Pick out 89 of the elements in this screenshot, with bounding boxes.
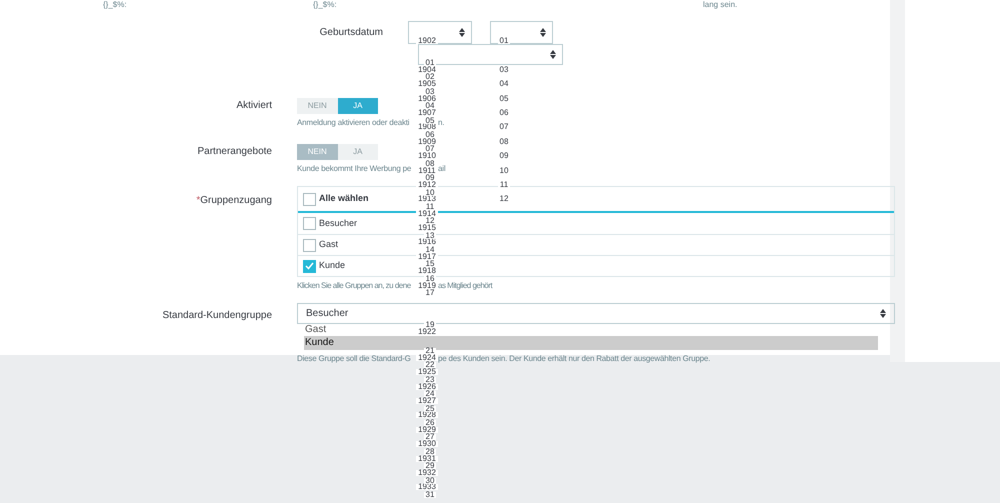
list-option[interactable]: 03 (498, 66, 510, 73)
list-option[interactable]: 21 (424, 348, 436, 354)
checkbox-label: Gast (319, 238, 338, 252)
field-label: Standard-Kundengruppe (162, 310, 272, 321)
checkbox-label: Besucher (319, 216, 358, 230)
list-option[interactable]: 1930 (416, 441, 438, 448)
help-text: ail (438, 164, 446, 173)
list-option[interactable]: 1932 (416, 470, 438, 476)
list-option[interactable]: 03 (424, 88, 436, 95)
list-option[interactable]: 06 (498, 110, 510, 116)
field-label: Gruppenzugang (200, 195, 272, 206)
list-option[interactable]: 1925 (416, 369, 438, 376)
help-text: {}_$%: (313, 0, 337, 9)
help-text: as Mitglied gehört (438, 281, 492, 290)
list-option[interactable]: 1922 (416, 328, 438, 335)
field-label: Geburtsdatum (320, 27, 383, 38)
list-option[interactable]: 08 (498, 138, 510, 145)
help-text: Klicken Sie alle Gruppen an, zu dene (297, 281, 411, 290)
list-option[interactable]: 16 (424, 276, 436, 282)
list-option[interactable]: 1909 (416, 138, 438, 145)
help-text: pe des Kunden sein. Der Kunde erhält nur den Rabatt der ausgewählten Gruppe. (438, 354, 710, 363)
help-text: n. (438, 118, 444, 127)
month-select[interactable] (490, 21, 553, 44)
list-option[interactable]: 29 (424, 463, 436, 470)
list-option[interactable]: 17 (424, 290, 436, 296)
list-option[interactable]: 07 (498, 124, 510, 130)
list-option[interactable]: 06 (424, 132, 436, 138)
list-option[interactable]: 1907 (416, 110, 438, 116)
help-text: lang sein. (703, 0, 738, 9)
list-option[interactable]: 04 (424, 103, 436, 110)
list-option[interactable]: 30 (424, 478, 436, 484)
list-option[interactable]: 05 (424, 118, 436, 124)
help-text: Anmeldung aktivieren oder deakti (297, 118, 410, 127)
list-option[interactable]: 05 (498, 96, 510, 102)
list-option[interactable]: 1926 (416, 384, 438, 390)
list-option[interactable]: 23 (424, 376, 436, 383)
list-option[interactable]: 12 (424, 218, 436, 224)
list-option[interactable]: 07 (424, 146, 436, 152)
list-option[interactable]: 15 (424, 261, 436, 268)
checkbox-label: Kunde (319, 259, 346, 272)
list-option[interactable]: 24 (424, 391, 436, 398)
year-select[interactable] (408, 21, 472, 44)
checkbox[interactable] (303, 260, 316, 272)
list-option[interactable]: 02 (424, 74, 436, 80)
checkbox-label: Alle wählen (319, 192, 369, 206)
list-option[interactable]: 1902 (416, 38, 438, 44)
dropdown-option[interactable]: Gast (304, 324, 326, 336)
list-option[interactable]: 09 (498, 153, 510, 160)
list-option[interactable]: 28 (424, 448, 436, 455)
list-option[interactable]: 31 (424, 492, 436, 498)
list-option[interactable]: 1917 (416, 254, 438, 260)
list-option[interactable]: 10 (498, 168, 510, 174)
list-option[interactable]: 14 (424, 247, 436, 254)
sort-arrows-icon (550, 50, 556, 59)
list-option[interactable]: 01 (498, 38, 510, 44)
list-option[interactable]: 22 (424, 362, 436, 368)
list-option[interactable]: 1915 (416, 225, 438, 232)
field-label: Aktiviert (236, 100, 272, 111)
required-mark: * (196, 195, 200, 206)
sort-arrows-icon (459, 28, 465, 37)
field-label: Partnerangebote (197, 146, 272, 157)
help-text: Diese Gruppe soll die Standard-G (297, 354, 411, 363)
list-option[interactable]: 1905 (416, 81, 438, 88)
help-text: {}_$%: (103, 0, 127, 9)
help-text: Kunde bekommt Ihre Werbung pe (297, 164, 412, 173)
list-option[interactable]: 09 (424, 175, 436, 182)
list-option[interactable]: 1919 (416, 282, 438, 289)
list-option[interactable]: 1906 (416, 96, 438, 102)
list-option[interactable]: 27 (424, 434, 436, 440)
list-option[interactable]: 01 (424, 60, 436, 66)
sort-arrows-icon (880, 309, 886, 318)
list-option[interactable]: 08 (424, 160, 436, 167)
checkbox[interactable] (303, 217, 316, 230)
list-option[interactable]: 1912 (416, 182, 438, 188)
list-option[interactable]: 25 (424, 406, 436, 412)
list-option[interactable]: 1927 (416, 398, 438, 404)
list-option[interactable]: 04 (498, 81, 510, 88)
list-option[interactable]: 10 (424, 190, 436, 196)
list-option[interactable]: 13 (424, 232, 436, 239)
sort-arrows-icon (540, 28, 546, 37)
list-option[interactable]: 1918 (416, 268, 438, 274)
list-option[interactable]: 12 (498, 196, 510, 202)
list-option[interactable]: 1931 (416, 456, 438, 462)
list-option[interactable]: 19 (424, 322, 436, 328)
list-option[interactable]: 1929 (416, 426, 438, 433)
list-option[interactable]: 1910 (416, 153, 438, 160)
checkbox[interactable] (303, 192, 316, 206)
checkbox[interactable] (303, 238, 316, 252)
list-option[interactable]: 26 (424, 420, 436, 426)
